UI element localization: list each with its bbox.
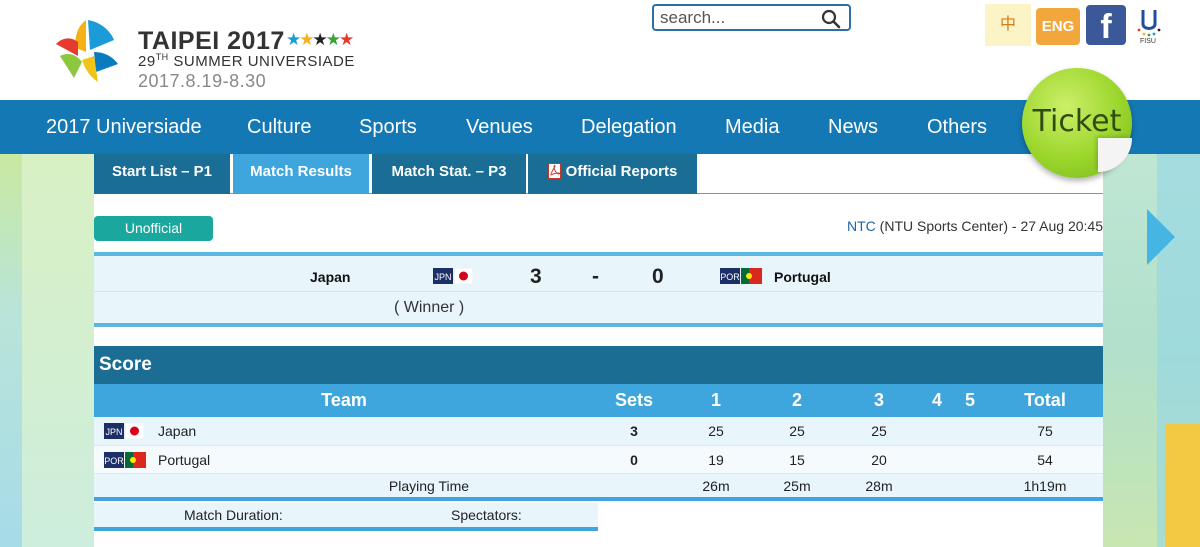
- logo-date: 2017.8.19-8.30: [138, 71, 267, 91]
- set-2-points: 15: [789, 452, 805, 468]
- search-input[interactable]: [660, 8, 820, 28]
- nav-item-venues[interactable]: Venues: [466, 100, 533, 154]
- col-set-5: 5: [964, 390, 975, 410]
- team-code: POR: [104, 456, 124, 466]
- team-sets: 3: [630, 423, 638, 439]
- score-table-header: Team Sets 1 2 3 4 5 Total: [94, 384, 1103, 417]
- search-icon[interactable]: [821, 9, 841, 29]
- search-box: [652, 4, 851, 31]
- nav-item-delegation[interactable]: Delegation: [581, 100, 677, 154]
- nav-item-others[interactable]: Others: [927, 100, 987, 154]
- nav-item-news[interactable]: News: [828, 100, 878, 154]
- team-name: Japan: [158, 423, 197, 439]
- table-row: JPN Japan 3 25 25 25 75: [94, 417, 1103, 445]
- match-duration-label: Match Duration:: [184, 507, 283, 523]
- facebook-icon[interactable]: f: [1086, 5, 1126, 45]
- team-sets: 0: [630, 452, 638, 468]
- japan-flag-icon: JPN: [104, 423, 144, 439]
- away-sets-score: 0: [652, 265, 664, 288]
- tab-match-stat[interactable]: Match Stat. – P3: [372, 154, 526, 194]
- col-sets: Sets: [614, 390, 654, 410]
- away-team-code: POR: [720, 272, 740, 282]
- col-total: Total: [1024, 390, 1066, 410]
- language-chinese-button[interactable]: 中: [985, 4, 1031, 46]
- score-separator: -: [592, 265, 599, 288]
- venue-info: NTC (NTU Sports Center) - 27 Aug 20:45: [847, 218, 1103, 234]
- left-decor-stripe: [22, 154, 94, 547]
- spectators-label: Spectators:: [451, 507, 522, 523]
- table-bottom-border: [94, 497, 1103, 501]
- logo-subtitle: 29TH SUMMER UNIVERSIADE: [138, 52, 355, 70]
- col-set-3: 3: [873, 390, 884, 410]
- tab-match-results[interactable]: Match Results: [233, 154, 369, 194]
- fisu-label: FISU: [1140, 38, 1156, 45]
- language-english-button[interactable]: ENG: [1036, 8, 1080, 45]
- set-1-points: 25: [708, 423, 724, 439]
- match-content: Start List – P1 Match Results Match Stat…: [94, 154, 1103, 547]
- set-1-points: 19: [708, 452, 724, 468]
- set-3-points: 20: [871, 452, 887, 468]
- nav-item-culture[interactable]: Culture: [247, 100, 311, 154]
- col-team: Team: [321, 390, 367, 410]
- playing-time-row: Playing Time 26m 25m 28m 1h19m: [94, 473, 1103, 497]
- col-set-1: 1: [710, 390, 721, 410]
- score-section-title: Score: [94, 346, 1103, 384]
- col-set-2: 2: [791, 390, 802, 410]
- result-tabs: Start List – P1 Match Results Match Stat…: [94, 154, 1103, 194]
- set-3-duration: 28m: [865, 478, 893, 494]
- nav-item-sports[interactable]: Sports: [359, 100, 417, 154]
- team-name: Portugal: [158, 452, 211, 468]
- set-2-points: 25: [789, 423, 805, 439]
- venue-link[interactable]: NTC: [847, 218, 876, 234]
- away-team-name: Portugal: [774, 269, 831, 285]
- tab-start-list[interactable]: Start List – P1: [94, 154, 230, 194]
- nav-item-universiade[interactable]: 2017 Universiade: [46, 100, 202, 154]
- right-decor-yellow-band: [1165, 424, 1200, 547]
- total-points: 75: [1037, 423, 1053, 439]
- set-1-duration: 26m: [702, 478, 730, 494]
- left-decorative-background: [0, 154, 94, 547]
- team-code: JPN: [105, 427, 122, 437]
- playing-time-label: Playing Time: [388, 478, 470, 494]
- ticket-button[interactable]: Ticket: [1022, 68, 1132, 178]
- status-badge: Unofficial: [94, 216, 213, 241]
- logo-stars-icon: ★★★★★: [286, 30, 354, 49]
- match-info-footer: Match Duration: Spectators:: [94, 503, 598, 531]
- right-decor-arrow-icon: [1147, 209, 1175, 265]
- ticket-label: Ticket: [1032, 104, 1122, 139]
- col-set-4: 4: [931, 390, 942, 410]
- site-header: TAIPEI 2017 ★★★★★ 29TH SUMMER UNIVERSIAD…: [0, 0, 1200, 100]
- home-team-code: JPN: [434, 272, 451, 282]
- home-team-name: Japan: [310, 269, 351, 285]
- japan-flag-icon: JPN: [433, 268, 473, 284]
- portugal-flag-icon: POR: [720, 268, 762, 284]
- pdf-icon: [547, 163, 561, 179]
- right-decorative-background: [1103, 154, 1200, 547]
- main-nav: 2017 Universiade Culture Sports Venues D…: [0, 100, 1200, 154]
- universiade-logo-icon[interactable]: [48, 12, 126, 84]
- tab-official-reports[interactable]: Official Reports: [528, 154, 697, 194]
- total-points: 54: [1037, 452, 1053, 468]
- set-2-duration: 25m: [783, 478, 811, 494]
- scoreboard: Japan JPN 3 - 0 POR Portugal ( Winner ): [94, 252, 1103, 327]
- total-duration: 1h19m: [1023, 478, 1067, 494]
- portugal-flag-icon: POR: [104, 452, 146, 468]
- nav-item-media[interactable]: Media: [725, 100, 779, 154]
- table-row: POR Portugal 0 19 15 20 54: [94, 445, 1103, 473]
- winner-note: ( Winner ): [394, 299, 465, 316]
- scoreboard-divider: [94, 291, 1103, 292]
- home-sets-score: 3: [530, 265, 542, 288]
- set-3-points: 25: [871, 423, 887, 439]
